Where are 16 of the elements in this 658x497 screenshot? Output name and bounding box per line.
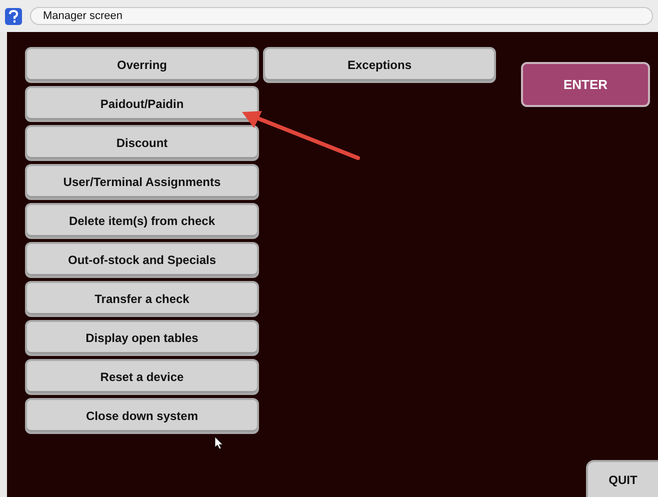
menu-button[interactable]: Discount: [25, 125, 259, 161]
menu-button[interactable]: Close down system: [25, 398, 259, 434]
enter-button[interactable]: ENTER: [521, 62, 650, 107]
menu-button[interactable]: Delete item(s) from check: [25, 203, 259, 239]
menu-button[interactable]: Exceptions: [263, 47, 496, 83]
help-icon[interactable]: [5, 8, 22, 24]
menu-button[interactable]: Transfer a check: [25, 281, 259, 317]
menu-button[interactable]: Out-of-stock and Specials: [25, 242, 259, 278]
menu-button[interactable]: Reset a device: [25, 359, 259, 395]
menu-button[interactable]: Overring: [25, 47, 259, 83]
quit-button[interactable]: QUIT: [586, 460, 658, 497]
window-title: Manager screen: [30, 7, 653, 25]
cursor-icon: [215, 437, 223, 449]
menu-button[interactable]: Paidout/Paidin: [25, 86, 259, 122]
menu-button[interactable]: Display open tables: [25, 320, 259, 356]
menu-button[interactable]: User/Terminal Assignments: [25, 164, 259, 200]
